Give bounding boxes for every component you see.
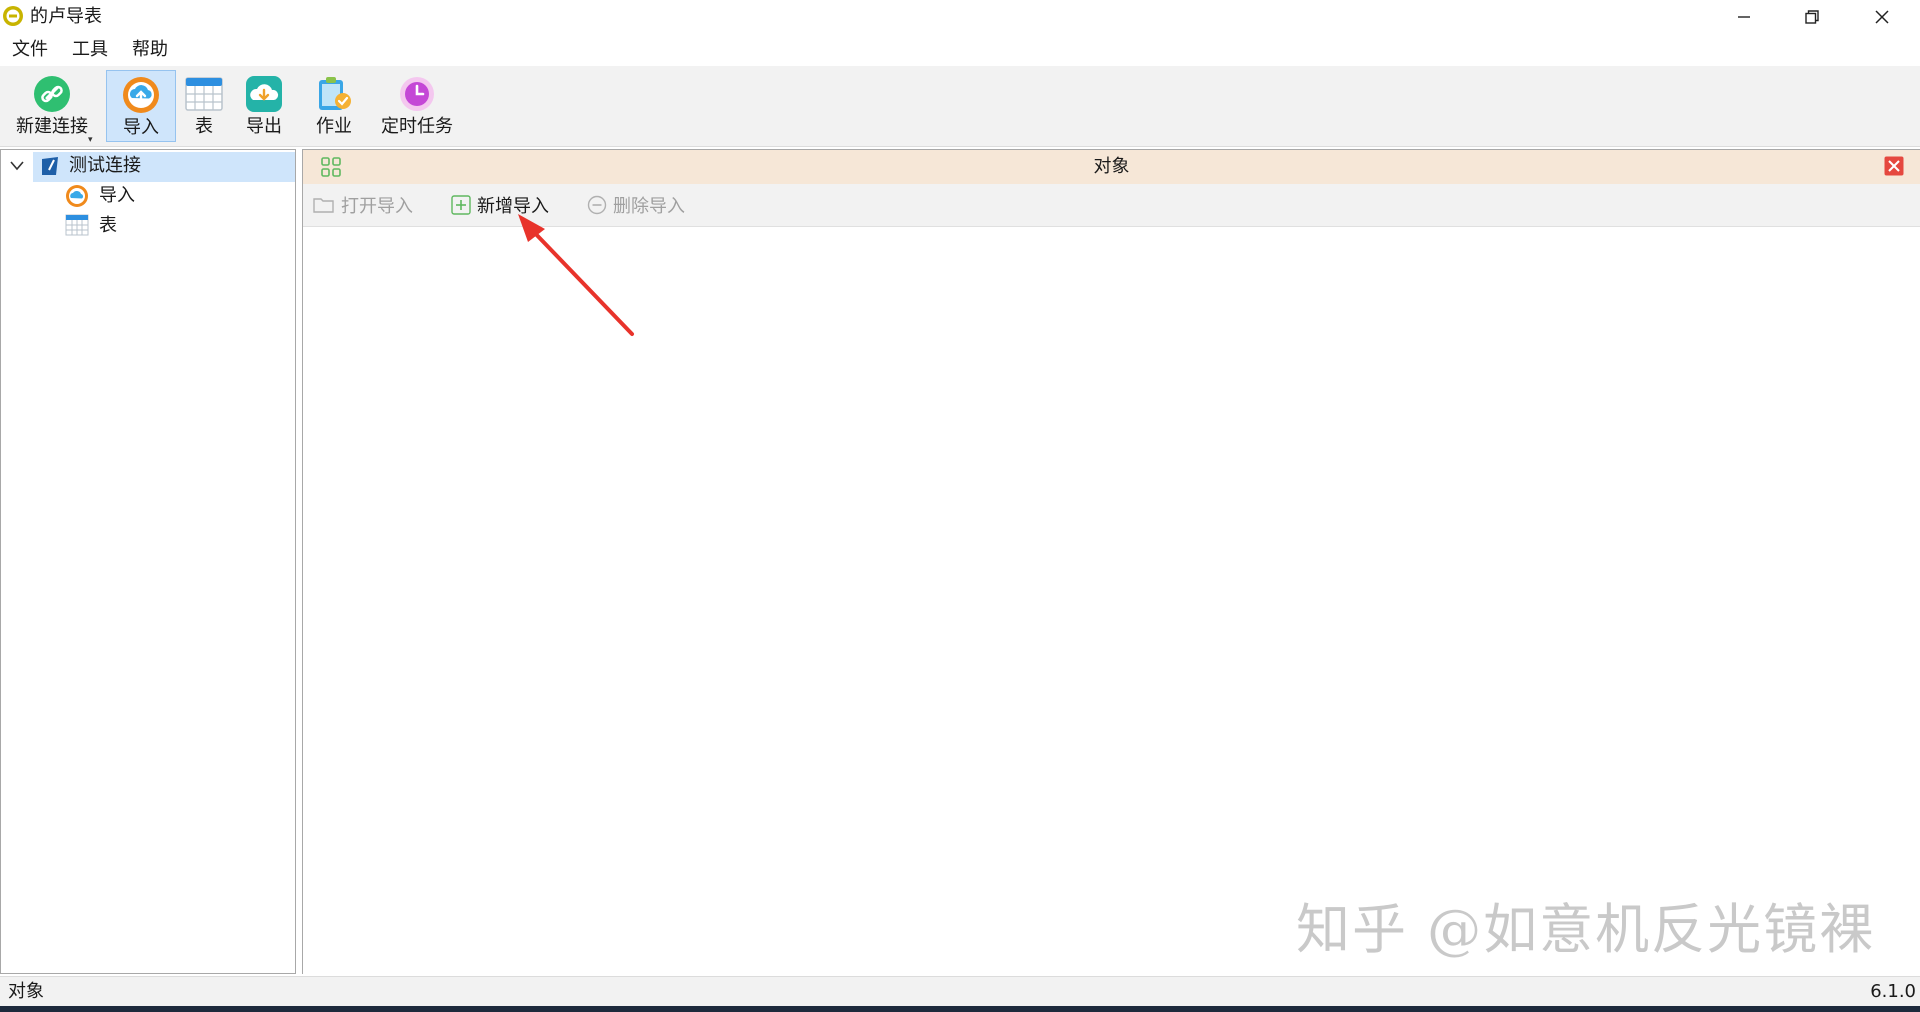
new-import-button[interactable]: 新增导入 (451, 192, 549, 218)
panel-title: 对象 (1093, 156, 1130, 177)
connection-db-icon (42, 157, 58, 175)
connection-tree-panel: 测试连接 导入 表 (0, 149, 296, 974)
tree-import-label: 导入 (99, 185, 135, 206)
app-logo-icon (3, 6, 23, 26)
delete-import-button[interactable]: 删除导入 (587, 192, 685, 218)
open-import-button[interactable]: 打开导入 (313, 192, 413, 218)
taskbar-strip (0, 1006, 1920, 1012)
plus-square-icon (451, 195, 471, 215)
scheduled-task-label: 定时任务 (381, 116, 453, 137)
chevron-down-icon[interactable] (9, 160, 25, 172)
close-window-button[interactable] (1852, 0, 1912, 34)
export-label: 导出 (246, 116, 282, 137)
dropdown-caret-icon: ▾ (88, 135, 93, 145)
minimize-icon (1738, 16, 1750, 18)
scheduled-task-button[interactable]: 定时任务 (372, 70, 462, 142)
minus-circle-icon (587, 195, 607, 215)
panel-header: 对象 (303, 150, 1920, 184)
job-label: 作业 (316, 116, 352, 137)
close-icon (1875, 10, 1889, 24)
menu-bar: 文件 工具 帮助 (0, 34, 1920, 66)
import-small-icon (66, 185, 88, 207)
watermark-text: 知乎 @如意机反光镜裸 (1296, 898, 1876, 961)
minimize-button[interactable] (1714, 0, 1774, 34)
import-cloud-icon (123, 77, 159, 113)
status-bar: 对象 6.1.0 (0, 976, 1920, 1007)
export-cloud-icon (246, 76, 282, 112)
table-label: 表 (195, 116, 213, 137)
new-import-label: 新增导入 (477, 196, 549, 217)
tree-root-label: 测试连接 (69, 155, 141, 176)
import-label: 导入 (123, 117, 159, 138)
table-button[interactable]: 表 (178, 70, 230, 142)
close-panel-icon[interactable] (1884, 156, 1904, 176)
restore-icon (1805, 10, 1819, 24)
table-icon (185, 77, 223, 111)
objects-panel: 对象 打开导入 新增导入 删除导入 (302, 149, 1920, 974)
status-left-text: 对象 (8, 981, 44, 1002)
tree-node-import[interactable]: 导入 (1, 182, 295, 210)
restore-button[interactable] (1782, 0, 1842, 34)
export-button[interactable]: 导出 (236, 70, 292, 142)
tree-node-root[interactable]: 测试连接 (1, 152, 295, 182)
objects-content-area[interactable] (303, 227, 1920, 974)
import-button[interactable]: 导入 (106, 70, 176, 142)
open-import-label: 打开导入 (341, 196, 413, 217)
panel-toolbar: 打开导入 新增导入 删除导入 (303, 184, 1920, 227)
menu-tools[interactable]: 工具 (72, 38, 108, 62)
new-connection-button[interactable]: 新建连接 ▾ (4, 70, 100, 145)
scheduled-clock-icon (400, 77, 434, 111)
job-clipboard-icon (319, 77, 351, 110)
menu-help[interactable]: 帮助 (132, 38, 168, 62)
main-toolbar: 新建连接 ▾ 导入 表 导出 作业 定时任务 (0, 66, 1920, 147)
job-button[interactable]: 作业 (306, 70, 362, 142)
tree-node-table[interactable]: 表 (1, 212, 295, 240)
folder-open-icon (313, 198, 334, 213)
tree-table-label: 表 (99, 215, 117, 236)
title-bar: 的卢导表 (0, 0, 1920, 34)
table-small-icon (65, 214, 89, 236)
window-title: 的卢导表 (30, 6, 102, 27)
new-connection-label: 新建连接 (16, 116, 88, 137)
version-text: 6.1.0 (1870, 981, 1916, 1002)
link-icon (34, 76, 70, 112)
menu-file[interactable]: 文件 (12, 38, 48, 62)
delete-import-label: 删除导入 (613, 196, 685, 217)
